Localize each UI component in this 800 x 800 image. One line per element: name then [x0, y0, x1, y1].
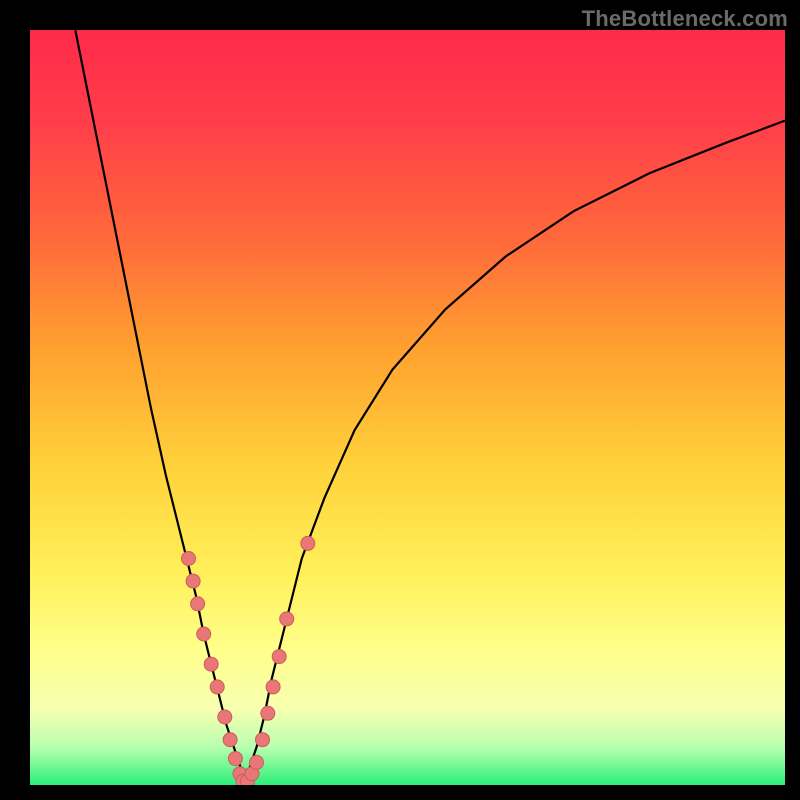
data-point [228, 752, 242, 766]
data-point [261, 706, 275, 720]
data-point [204, 657, 218, 671]
data-point [250, 755, 264, 769]
chart-frame: TheBottleneck.com [0, 0, 800, 800]
data-point [191, 597, 205, 611]
data-point [266, 680, 280, 694]
data-point [223, 733, 237, 747]
data-point [272, 650, 286, 664]
plot-area [30, 30, 785, 785]
data-point [256, 733, 270, 747]
data-point [280, 612, 294, 626]
data-point [186, 574, 200, 588]
curve-right-branch [245, 121, 785, 785]
curve-svg [30, 30, 785, 785]
data-point [182, 552, 196, 566]
data-point [210, 680, 224, 694]
data-point [197, 627, 211, 641]
watermark-text: TheBottleneck.com [582, 6, 788, 32]
data-point [218, 710, 232, 724]
curve-left-branch [75, 30, 245, 785]
data-point [301, 536, 315, 550]
scatter-markers [182, 536, 315, 785]
